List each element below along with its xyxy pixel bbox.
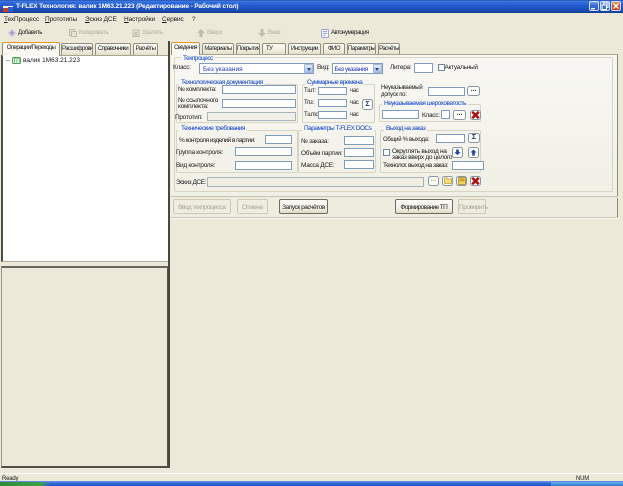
- svg-text:ТП: ТП: [13, 59, 20, 65]
